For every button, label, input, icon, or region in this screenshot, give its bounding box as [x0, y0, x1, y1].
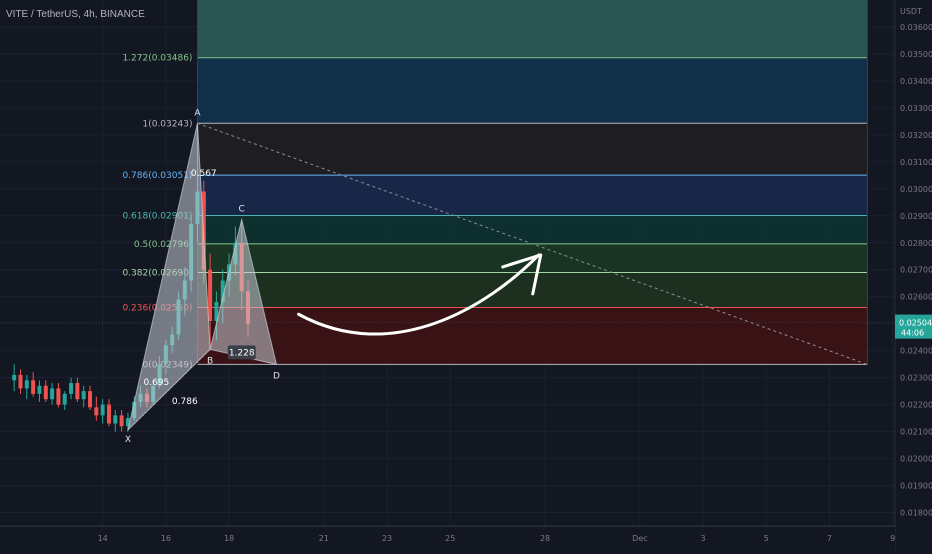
candle-body	[31, 380, 36, 394]
candle-body	[62, 393, 67, 405]
candle-body	[75, 383, 80, 400]
candle-body	[100, 404, 105, 416]
candle-body	[18, 374, 23, 389]
fib-level-label: 1.272(0.03486)	[122, 54, 192, 64]
pattern-point-label: X	[125, 435, 131, 445]
price-axis[interactable]	[895, 0, 932, 526]
candle-body	[113, 415, 118, 424]
fib-zone	[197, 123, 868, 176]
candle-body	[56, 388, 61, 405]
candle-body	[119, 415, 124, 427]
pattern-point-label: C	[239, 205, 245, 215]
candle-body	[208, 269, 213, 321]
fib-zone	[197, 175, 868, 216]
candle-body	[88, 391, 93, 408]
candle-body	[94, 407, 99, 416]
chart-canvas[interactable]: 1.272(0.03486)1(0.03243)0.786(0.03051)0.…	[0, 0, 932, 550]
fib-zone	[197, 215, 868, 244]
pattern-point-label: A	[194, 108, 201, 118]
fib-level-label: 1(0.03243)	[142, 119, 192, 129]
time-axis[interactable]	[0, 526, 895, 551]
candle-body	[37, 385, 42, 394]
pattern-ratio-label: 0.567	[191, 169, 217, 179]
pattern-ratio-label: 0.695	[143, 378, 169, 388]
fib-level-label: 0.786(0.03051)	[122, 171, 192, 181]
pattern-ratio-label: 1.228	[229, 348, 255, 358]
candle-body	[50, 388, 55, 400]
symbol-title[interactable]: VITE / TetherUS, 4h, BINANCE	[6, 9, 145, 20]
fib-zone	[197, 0, 868, 58]
candle-body	[12, 374, 17, 381]
candle-body	[106, 404, 111, 424]
candle-body	[43, 385, 48, 400]
pattern-point-label: D	[273, 371, 280, 381]
fib-zone	[197, 57, 868, 124]
pattern-point-label: B	[207, 356, 213, 366]
fib-zone	[197, 307, 868, 365]
candle-body	[69, 383, 74, 394]
candle-body	[24, 380, 29, 389]
pattern-ratio-label: 0.786	[172, 397, 198, 407]
chart-area[interactable]: 1.272(0.03486) 1(0.03243) 0.786(0.03051) 0.…	[0, 0, 932, 550]
candle-body	[81, 391, 86, 400]
